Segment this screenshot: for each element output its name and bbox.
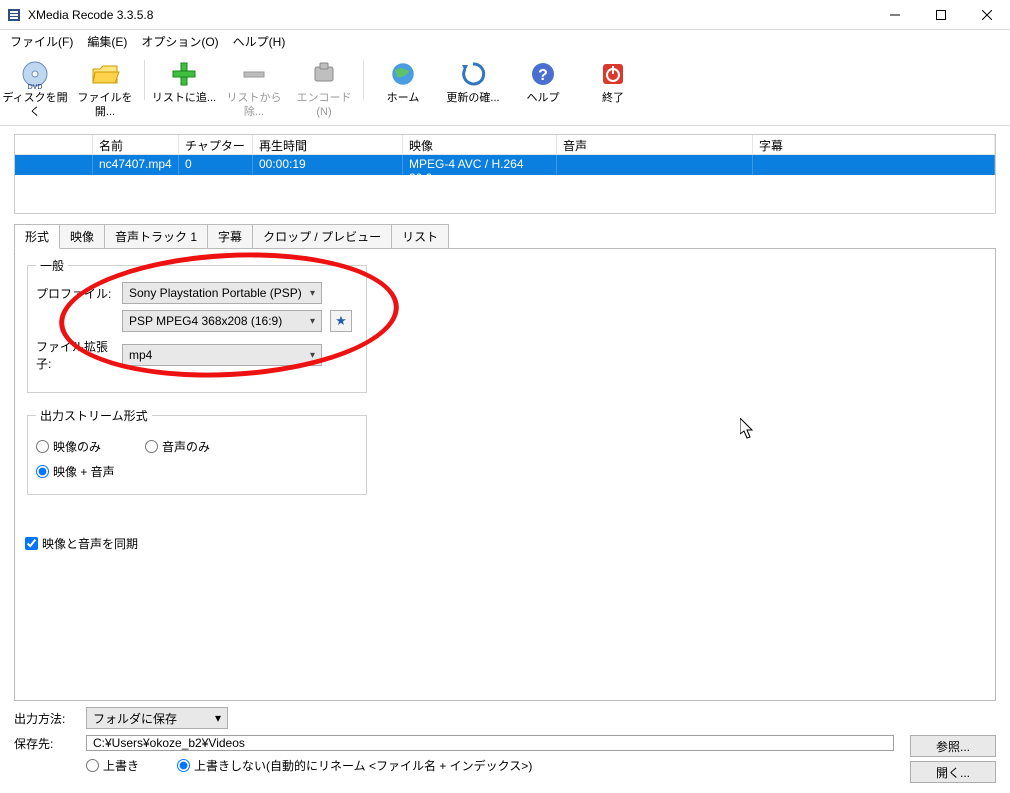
central-panel: 形式 映像 音声トラック 1 字幕 クロップ / プレビュー リスト 一般 プロ… (14, 224, 996, 701)
help-icon: ? (527, 58, 559, 90)
column-duration[interactable]: 再生時間 (253, 135, 403, 154)
column-name[interactable]: 名前 (93, 135, 179, 154)
file-row[interactable]: nc47407.mp4 0 00:00:19 MPEG-4 AVC / H.26… (15, 155, 995, 175)
encode-icon (308, 58, 340, 90)
cell-duration: 00:00:19 (253, 155, 403, 175)
column-chapter[interactable]: チャプター (179, 135, 253, 154)
update-button[interactable]: 更新の確... (438, 56, 508, 105)
radio-overwrite-yes[interactable]: 上書き (86, 757, 139, 774)
home-button[interactable]: ホーム (368, 56, 438, 105)
preset-combo[interactable]: PSP MPEG4 368x208 (16:9) ▾ (122, 310, 322, 332)
menu-file[interactable]: ファイル(F) (4, 31, 79, 52)
legend-stream: 出力ストリーム形式 (36, 407, 152, 424)
tab-crop-preview[interactable]: クロップ / プレビュー (252, 224, 392, 248)
file-list-header: 名前 チャプター 再生時間 映像 音声 字幕 (15, 135, 995, 155)
open-disc-button[interactable]: DVD ディスクを開く (0, 56, 70, 119)
titlebar: XMedia Recode 3.3.5.8 (0, 0, 1010, 30)
file-list[interactable]: 名前 チャプター 再生時間 映像 音声 字幕 nc47407.mp4 0 00:… (14, 134, 996, 214)
toolbar-separator (363, 60, 364, 100)
tab-subtitle[interactable]: 字幕 (207, 224, 253, 248)
disc-icon: DVD (19, 58, 51, 90)
minimize-button[interactable] (872, 0, 918, 30)
column-video[interactable]: 映像 (403, 135, 557, 154)
tab-pane-format: 一般 プロファイル: Sony Playstation Portable (PS… (14, 248, 996, 701)
chevron-down-icon: ▾ (215, 711, 221, 725)
add-to-list-button[interactable]: リストに追... (149, 56, 219, 105)
chevron-down-icon: ▾ (310, 288, 315, 299)
menubar: ファイル(F) 編集(E) オプション(O) ヘルプ(H) (0, 30, 1010, 52)
radio-overwrite-no[interactable]: 上書きしない(自動的にリネーム <ファイル名 + インデックス>) (177, 757, 532, 774)
help-button[interactable]: ? ヘルプ (508, 56, 578, 105)
column-subtitle[interactable]: 字幕 (753, 135, 995, 154)
group-general: 一般 プロファイル: Sony Playstation Portable (PS… (27, 257, 367, 393)
legend-general: 一般 (36, 257, 68, 274)
cell-video: MPEG-4 AVC / H.264 30.0... (403, 155, 557, 175)
svg-text:DVD: DVD (28, 84, 43, 89)
cell-chapter: 0 (179, 155, 253, 175)
output-method-combo[interactable]: フォルダに保存 ▾ (86, 707, 228, 729)
radio-audio-only[interactable]: 音声のみ (145, 438, 210, 455)
chevron-down-icon: ▾ (310, 316, 315, 327)
svg-text:?: ? (538, 67, 548, 84)
cell-name: nc47407.mp4 (93, 155, 179, 175)
check-sync-av[interactable]: 映像と音声を同期 (25, 535, 985, 552)
maximize-button[interactable] (918, 0, 964, 30)
window-title: XMedia Recode 3.3.5.8 (28, 8, 872, 22)
label-extension: ファイル拡張子: (36, 338, 118, 372)
radio-video-only[interactable]: 映像のみ (36, 438, 101, 455)
extension-combo[interactable]: mp4 ▾ (122, 344, 322, 366)
open-folder-button[interactable]: 開く... (910, 761, 996, 783)
menu-help[interactable]: ヘルプ(H) (227, 31, 292, 52)
power-icon (597, 58, 629, 90)
minus-icon (238, 58, 270, 90)
column-audio[interactable]: 音声 (557, 135, 753, 154)
toolbar: DVD ディスクを開く ファイルを開... リストに追... リスト (0, 52, 1010, 126)
tab-format[interactable]: 形式 (14, 224, 60, 249)
label-save-to: 保存先: (14, 735, 78, 752)
open-file-button[interactable]: ファイルを開... (70, 56, 140, 119)
star-icon: ★ (335, 313, 347, 329)
chevron-down-icon: ▾ (310, 350, 315, 361)
radio-video-audio[interactable]: 映像 + 音声 (36, 463, 115, 480)
tab-list[interactable]: リスト (391, 224, 449, 248)
label-output-method: 出力方法: (14, 710, 78, 727)
folder-open-icon (89, 58, 121, 90)
tab-audio-track[interactable]: 音声トラック 1 (104, 224, 208, 248)
remove-from-list-button: リストから除... (219, 56, 289, 119)
label-profile: プロファイル: (36, 285, 118, 302)
tabs: 形式 映像 音声トラック 1 字幕 クロップ / プレビュー リスト (14, 224, 996, 248)
close-button[interactable] (964, 0, 1010, 30)
cell-audio (557, 155, 753, 175)
plus-icon (168, 58, 200, 90)
exit-button[interactable]: 終了 (578, 56, 648, 105)
toolbar-separator (144, 60, 145, 100)
save-path-input[interactable]: C:¥Users¥okoze_b2¥Videos (86, 735, 894, 751)
profile-combo[interactable]: Sony Playstation Portable (PSP) ▾ (122, 282, 322, 304)
group-output-stream: 出力ストリーム形式 映像のみ 音声のみ 映像 + 音声 (27, 407, 367, 495)
globe-icon (387, 58, 419, 90)
browse-button[interactable]: 参照... (910, 735, 996, 757)
app-icon (6, 7, 22, 23)
menu-option[interactable]: オプション(O) (135, 31, 224, 52)
bottom-panel: 出力方法: フォルダに保存 ▾ 保存先: C:¥Users¥okoze_b2¥V… (0, 701, 1010, 793)
encode-button: エンコード(N) (289, 56, 359, 119)
tab-video[interactable]: 映像 (59, 224, 105, 248)
refresh-icon (457, 58, 489, 90)
favorite-button[interactable]: ★ (330, 310, 352, 332)
menu-edit[interactable]: 編集(E) (81, 31, 133, 52)
cell-subtitle (753, 155, 995, 175)
